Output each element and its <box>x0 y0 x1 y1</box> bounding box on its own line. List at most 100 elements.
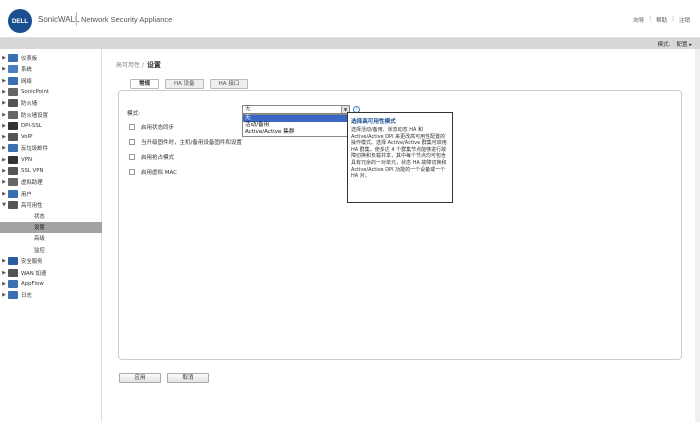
chevron-right-icon[interactable]: ▶ <box>0 168 8 174</box>
chevron-down-icon[interactable]: ▼ <box>0 202 8 208</box>
sidebar-item[interactable]: ▶ 反垃圾邮件 <box>0 143 102 153</box>
mode-option[interactable]: 活动/备用 <box>243 122 349 129</box>
tab-ha-devices[interactable]: HA 设备 <box>165 79 204 89</box>
checkbox-label: 启用虚拟 MAC <box>141 170 178 176</box>
chevron-right-icon[interactable]: ▶ <box>0 281 8 287</box>
chevron-right-icon[interactable]: ▶ <box>0 100 8 106</box>
dashboard-icon <box>8 54 18 62</box>
mode-option[interactable]: Active/Active 集群 <box>243 129 349 136</box>
network-icon <box>8 76 18 85</box>
chevron-right-icon[interactable]: ▶ <box>0 123 8 129</box>
tab-ha-interfaces[interactable]: HA 接口 <box>209 79 249 89</box>
chevron-right-icon[interactable]: ▶ <box>0 179 8 185</box>
security-services-icon <box>8 257 18 266</box>
sidebar-item[interactable]: ▶ 系统 <box>0 64 102 74</box>
sidebar-item[interactable]: ▶ 用户 <box>0 189 102 199</box>
dpi-ssl-icon <box>8 121 18 130</box>
link-divider: | <box>649 16 652 22</box>
sidebar-item-label: 用户 <box>21 191 32 198</box>
sidebar-item[interactable]: ▶ WAN 加速 <box>0 268 102 278</box>
preempt-checkbox[interactable] <box>129 154 135 160</box>
sidebar-item-label: 网络 <box>21 78 32 85</box>
scrollbar[interactable] <box>695 49 700 422</box>
sidebar-item[interactable]: ▶ 防火墙设置 <box>0 110 102 120</box>
brand-name: SonicWALL <box>38 15 80 24</box>
sidebar-subitem[interactable]: 状态 <box>0 210 102 221</box>
system-icon <box>8 65 18 74</box>
log-icon <box>8 291 18 300</box>
breadcrumb-parent[interactable]: 高可用性 / <box>116 62 144 69</box>
help-link[interactable]: 帮助 <box>656 16 667 24</box>
sidebar-item[interactable]: ▶ 仪表板 <box>0 53 102 63</box>
virtual-mac-checkbox[interactable] <box>129 169 135 175</box>
vpn-icon <box>8 155 18 164</box>
sidebar-item-label: VPN <box>21 156 32 163</box>
help-tooltip: 选择高可用性模式 选择活动/备用、状态动态 HA 和 Active/Active… <box>347 112 453 203</box>
cancel-button[interactable]: 取消 <box>167 373 209 383</box>
sidebar-item-label: 防火墙设置 <box>21 112 48 119</box>
sidebar-item[interactable]: ▶ VPN <box>0 155 102 165</box>
sidebar-item-label: 安全服务 <box>21 259 43 266</box>
chevron-right-icon[interactable]: ▶ <box>0 112 8 118</box>
checkbox-label: 启用抢占模式 <box>141 155 175 161</box>
sidebar-item[interactable]: ▼ 高可用性 <box>0 200 102 210</box>
mode-label: 模式: <box>657 42 671 48</box>
checkbox-row: 当升级固件时，主机/备用设备固件和设置 <box>129 138 242 146</box>
mode-select[interactable]: 无 ▼ <box>242 105 350 114</box>
mode-option[interactable]: 无 <box>243 115 349 122</box>
chevron-right-icon[interactable]: ▶ <box>0 66 8 72</box>
firmware-sync-checkbox[interactable] <box>129 139 135 145</box>
tab-general[interactable]: 常规 <box>130 79 160 89</box>
apply-button[interactable]: 应用 <box>119 373 161 383</box>
mode-dropdown-list: 无 活动/备用 Active/Active 集群 <box>242 114 350 137</box>
chevron-right-icon[interactable]: ▶ <box>0 134 8 140</box>
chevron-right-icon[interactable]: ▶ <box>0 55 8 61</box>
wizard-link[interactable]: 向导 <box>633 16 644 24</box>
page-title: 设置 <box>146 61 161 69</box>
sidebar-item-label: 虚拟助理 <box>21 180 43 187</box>
config-mode-button[interactable]: 配置 ▸ <box>676 40 692 48</box>
users-icon <box>8 189 18 198</box>
sidebar-item-label: SSL VPN <box>21 168 44 174</box>
link-divider: | <box>672 16 674 22</box>
wan-acceleration-icon <box>8 268 18 277</box>
sidebar-item[interactable]: ▶ 网络 <box>0 76 102 86</box>
sidebar-item[interactable]: ▶ VoIP <box>0 132 102 142</box>
mode-bar: 模式: 配置 ▸ <box>0 38 700 49</box>
sidebar-subitem[interactable]: 高级 <box>0 233 102 244</box>
high-availability-icon <box>8 200 18 209</box>
chevron-right-icon[interactable]: ▶ <box>0 270 8 276</box>
dell-logo: DELL <box>8 9 32 33</box>
virtual-assist-icon <box>8 178 18 187</box>
logout-link[interactable]: 注销 <box>679 16 690 24</box>
checkbox-row: 启用抢占模式 <box>129 153 174 161</box>
chevron-right-icon[interactable]: ▶ <box>0 258 8 264</box>
chevron-right-icon[interactable]: ▶ <box>0 157 8 163</box>
sidebar-subitem[interactable]: 监控 <box>0 244 102 255</box>
chevron-right-icon[interactable]: ▶ <box>0 78 8 84</box>
firewall-icon <box>8 99 18 108</box>
voip-icon <box>8 133 18 142</box>
sidebar-subitem[interactable]: 设置 <box>0 221 102 233</box>
sidebar-item[interactable]: ▶ 虚拟助理 <box>0 177 102 187</box>
chevron-right-icon[interactable]: ▶ <box>0 89 8 95</box>
top-links: 向导 | 帮助 | 注销 <box>633 16 690 24</box>
sonicpoint-icon <box>8 87 18 96</box>
sidebar-item[interactable]: ▶ SSL VPN <box>0 166 102 176</box>
mode-field-label: 模式: <box>127 111 141 117</box>
sidebar-item[interactable]: ▶ 日志 <box>0 290 102 300</box>
sidebar-item-label: WAN 加速 <box>21 270 47 277</box>
chevron-right-icon[interactable]: ▶ <box>0 292 8 298</box>
brand-divider <box>76 12 77 26</box>
appflow-icon <box>8 280 18 288</box>
sidebar-item[interactable]: ▶ 防火墙 <box>0 98 102 108</box>
chevron-right-icon[interactable]: ▶ <box>0 145 8 151</box>
sidebar-item[interactable]: ▶ SonicPoint <box>0 87 102 97</box>
sidebar-item[interactable]: ▶ DPI-SSL <box>0 121 102 131</box>
state-sync-checkbox[interactable] <box>129 124 135 130</box>
sidebar-item[interactable]: ▶ AppFlow <box>0 279 102 289</box>
chevron-right-icon[interactable]: ▶ <box>0 191 8 197</box>
tooltip-body: 选择活动/备用、状态动态 HA 和 Active/Active DPI 来更改高… <box>351 127 447 180</box>
sidebar-item-label: 高可用性 <box>21 202 43 209</box>
sidebar-item[interactable]: ▶ 安全服务 <box>0 256 102 266</box>
